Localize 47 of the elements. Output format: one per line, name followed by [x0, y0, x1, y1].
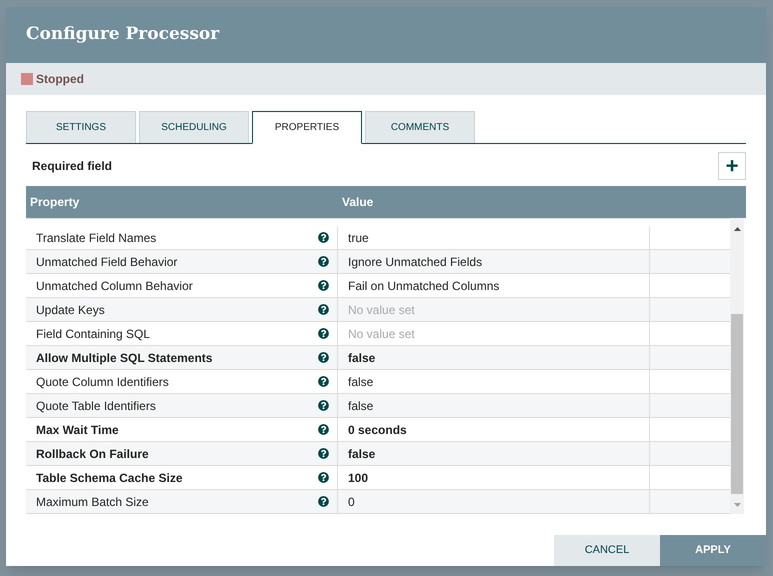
property-name: Maximum Batch Size: [36, 494, 149, 510]
property-value[interactable]: false: [348, 396, 374, 414]
help-icon[interactable]: [318, 352, 329, 363]
property-value[interactable]: Ignore Unmatched Fields: [348, 252, 482, 270]
tab[interactable]: PROPERTIES: [252, 111, 362, 144]
property-value[interactable]: true: [348, 228, 369, 246]
help-icon[interactable]: [318, 376, 329, 387]
property-name: Table Schema Cache Size: [36, 470, 183, 486]
column-header: Value: [341, 194, 374, 211]
property-value[interactable]: 0: [348, 492, 355, 510]
help-icon[interactable]: [318, 496, 329, 507]
help-icon[interactable]: [318, 280, 329, 291]
dialog-title: Configure Processor: [26, 23, 220, 46]
add-property-button[interactable]: +: [718, 152, 746, 180]
property-name: Translate Field Names: [36, 230, 156, 246]
status-label: Stopped: [36, 71, 84, 88]
help-icon[interactable]: [318, 400, 329, 411]
help-icon[interactable]: [318, 304, 329, 315]
property-name: Allow Multiple SQL Statements: [36, 350, 212, 366]
property-value[interactable]: Fail on Unmatched Columns: [348, 276, 500, 294]
property-name: Unmatched Field Behavior: [36, 254, 178, 270]
property-value[interactable]: false: [348, 444, 376, 462]
property-name: Update Keys: [36, 302, 105, 318]
tab[interactable]: SETTINGS: [26, 111, 136, 143]
property-name: Field Containing SQL: [36, 326, 150, 342]
help-icon[interactable]: [318, 424, 329, 435]
property-value[interactable]: false: [348, 348, 376, 366]
help-icon[interactable]: [318, 472, 329, 483]
scrollbar[interactable]: [730, 218, 744, 514]
property-value[interactable]: 0 seconds: [348, 420, 407, 438]
property-name: Max Wait Time: [36, 422, 119, 438]
cancel-button[interactable]: CANCEL: [554, 535, 660, 566]
help-icon[interactable]: [318, 448, 329, 459]
property-name: Rollback On Failure: [36, 446, 149, 462]
tab[interactable]: COMMENTS: [365, 111, 475, 143]
required-field-label: Required field: [31, 158, 112, 175]
property-value[interactable]: false: [348, 372, 374, 390]
help-icon[interactable]: [318, 328, 329, 339]
help-icon[interactable]: [318, 256, 329, 267]
scroll-up-icon[interactable]: [734, 227, 740, 231]
tab[interactable]: SCHEDULING: [139, 111, 249, 143]
property-name: Unmatched Column Behavior: [36, 278, 193, 294]
column-header: Property: [29, 194, 80, 211]
help-icon[interactable]: [318, 232, 329, 243]
property-name: Quote Table Identifiers: [36, 398, 156, 414]
property-value[interactable]: 100: [348, 468, 368, 486]
property-name: Quote Column Identifiers: [36, 374, 169, 390]
